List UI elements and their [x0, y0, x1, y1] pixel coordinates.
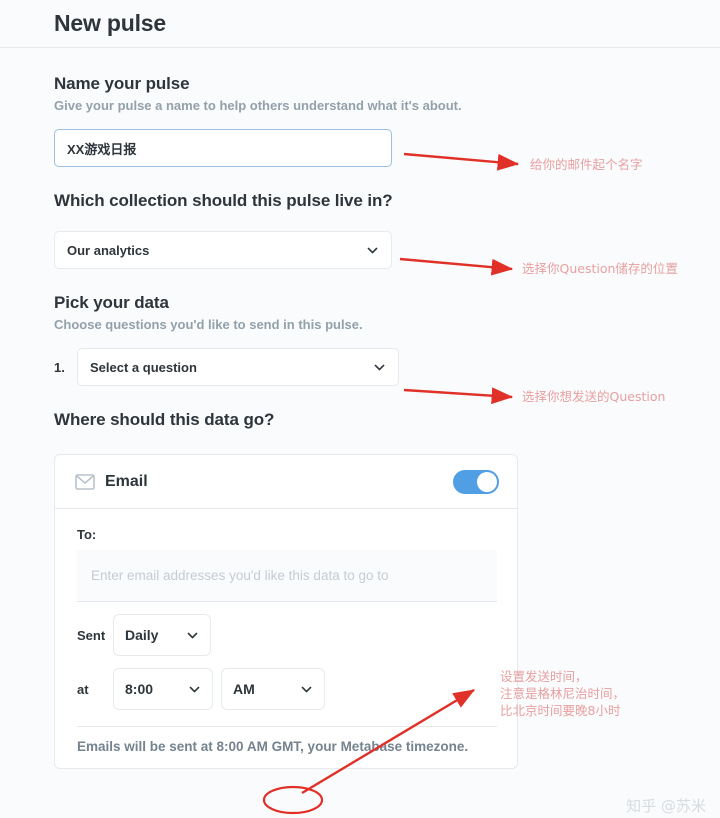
- question-select-value: Select a question: [90, 359, 197, 375]
- sent-label: Sent: [77, 627, 106, 643]
- page-header: New pulse: [0, 0, 720, 48]
- chevron-down-icon: [366, 244, 379, 257]
- email-channel-card: Email To: Enter email addresses you'd li…: [54, 454, 518, 769]
- question-row-number: 1.: [54, 359, 65, 375]
- email-channel-label: Email: [105, 472, 148, 490]
- chevron-down-icon: [186, 629, 199, 642]
- recipients-label: To:: [77, 527, 97, 542]
- question-row: 1. Select a question: [54, 348, 720, 386]
- envelope-icon: [75, 473, 95, 490]
- time-value: 8:00: [125, 681, 154, 697]
- schedule-frequency-row: Sent Daily: [77, 614, 497, 656]
- section-name-your-pulse: Name your pulse Give your pulse a name t…: [54, 74, 720, 167]
- pulse-name-value: XX游戏日报: [67, 141, 137, 157]
- section-collection: Which collection should this pulse live …: [54, 191, 720, 269]
- meridiem-select[interactable]: AM: [221, 668, 325, 710]
- frequency-value: Daily: [125, 627, 159, 643]
- time-select[interactable]: 8:00: [113, 668, 213, 710]
- email-channel-body: To: Enter email addresses you'd like thi…: [55, 509, 517, 768]
- section-subtitle-name: Give your pulse a name to help others un…: [54, 98, 462, 113]
- collection-select-value: Our analytics: [67, 242, 150, 258]
- chevron-down-icon: [300, 683, 313, 696]
- section-subtitle-data: Choose questions you'd like to send in t…: [54, 317, 363, 332]
- pulse-name-input[interactable]: XX游戏日报: [54, 129, 392, 167]
- section-title-name: Name your pulse: [54, 74, 190, 93]
- section-title-destination: Where should this data go?: [54, 410, 275, 429]
- collection-select[interactable]: Our analytics: [54, 231, 392, 269]
- chevron-down-icon: [373, 361, 386, 374]
- question-select[interactable]: Select a question: [77, 348, 399, 386]
- watermark: 知乎 @苏米: [626, 797, 706, 815]
- meridiem-value: AM: [233, 681, 255, 697]
- chevron-down-icon: [188, 683, 201, 696]
- recipients-input[interactable]: Enter email addresses you'd like this da…: [77, 550, 497, 602]
- recipients-placeholder: Enter email addresses you'd like this da…: [91, 568, 389, 583]
- schedule-time-row: at 8:00 AM: [77, 668, 497, 710]
- email-channel-toggle[interactable]: [453, 469, 499, 494]
- pulse-form: Name your pulse Give your pulse a name t…: [0, 48, 720, 769]
- timezone-note: Emails will be sent at 8:00 AM GMT, your…: [77, 739, 469, 754]
- frequency-select[interactable]: Daily: [113, 614, 211, 656]
- at-label: at: [77, 681, 89, 697]
- page-title: New pulse: [54, 10, 166, 36]
- section-title-collection: Which collection should this pulse live …: [54, 191, 393, 210]
- email-channel-header: Email: [55, 455, 517, 509]
- section-pick-your-data: Pick your data Choose questions you'd li…: [54, 293, 720, 386]
- section-destination: Where should this data go? Email To: Ent…: [54, 410, 720, 769]
- section-title-data: Pick your data: [54, 293, 169, 312]
